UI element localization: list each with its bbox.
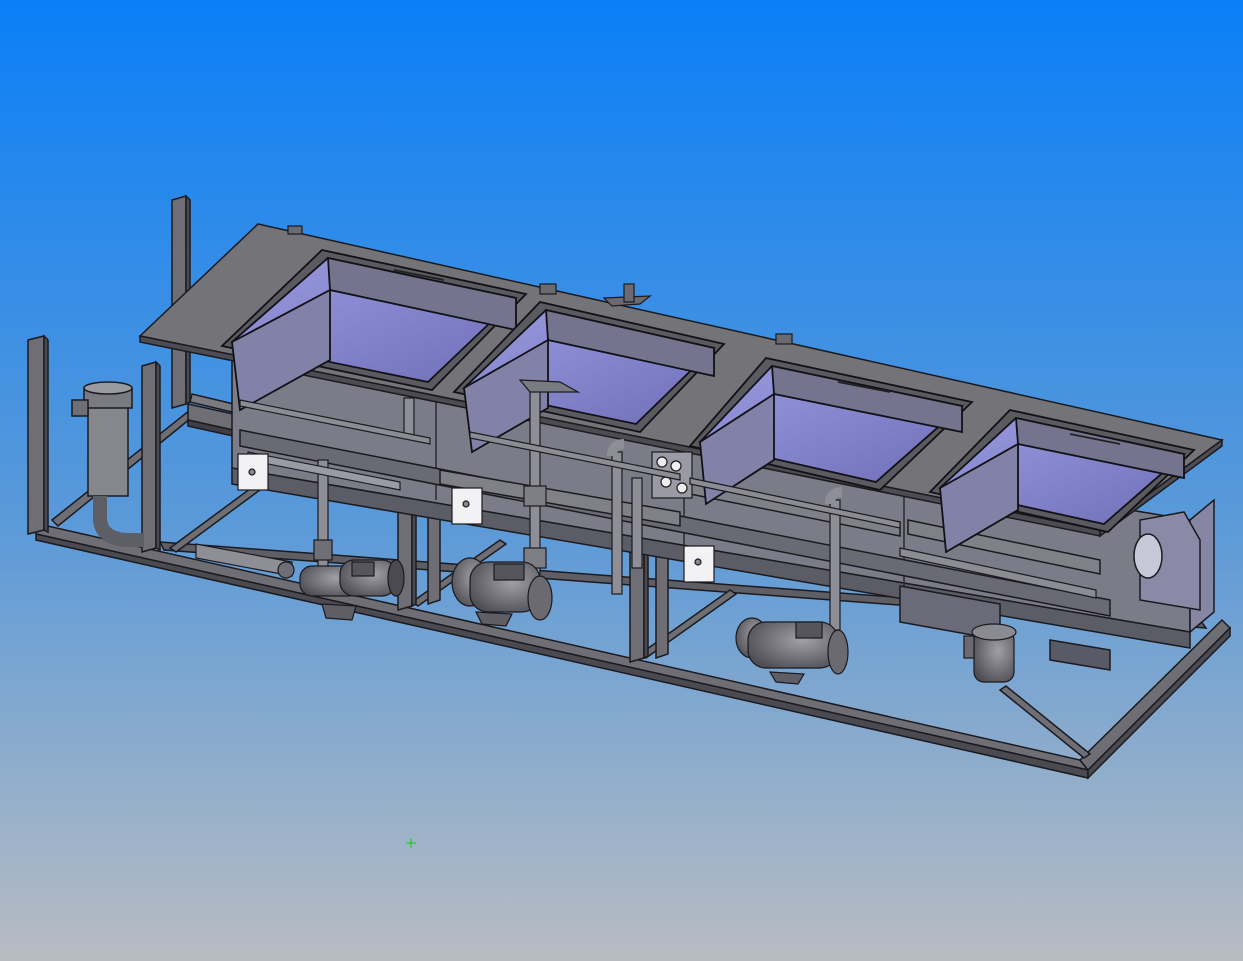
junction-box[interactable] — [683, 545, 715, 583]
frame-post[interactable] — [27, 335, 45, 535]
junction-box[interactable] — [451, 487, 483, 525]
machine-assembly-model[interactable] — [0, 0, 1243, 961]
3d-viewport[interactable] — [0, 0, 1243, 961]
junction-box[interactable] — [237, 453, 269, 491]
frame-post[interactable] — [141, 361, 157, 553]
origin-marker[interactable] — [404, 836, 418, 850]
crosshair-icon — [406, 838, 416, 848]
agitator-shaft[interactable] — [529, 387, 541, 575]
